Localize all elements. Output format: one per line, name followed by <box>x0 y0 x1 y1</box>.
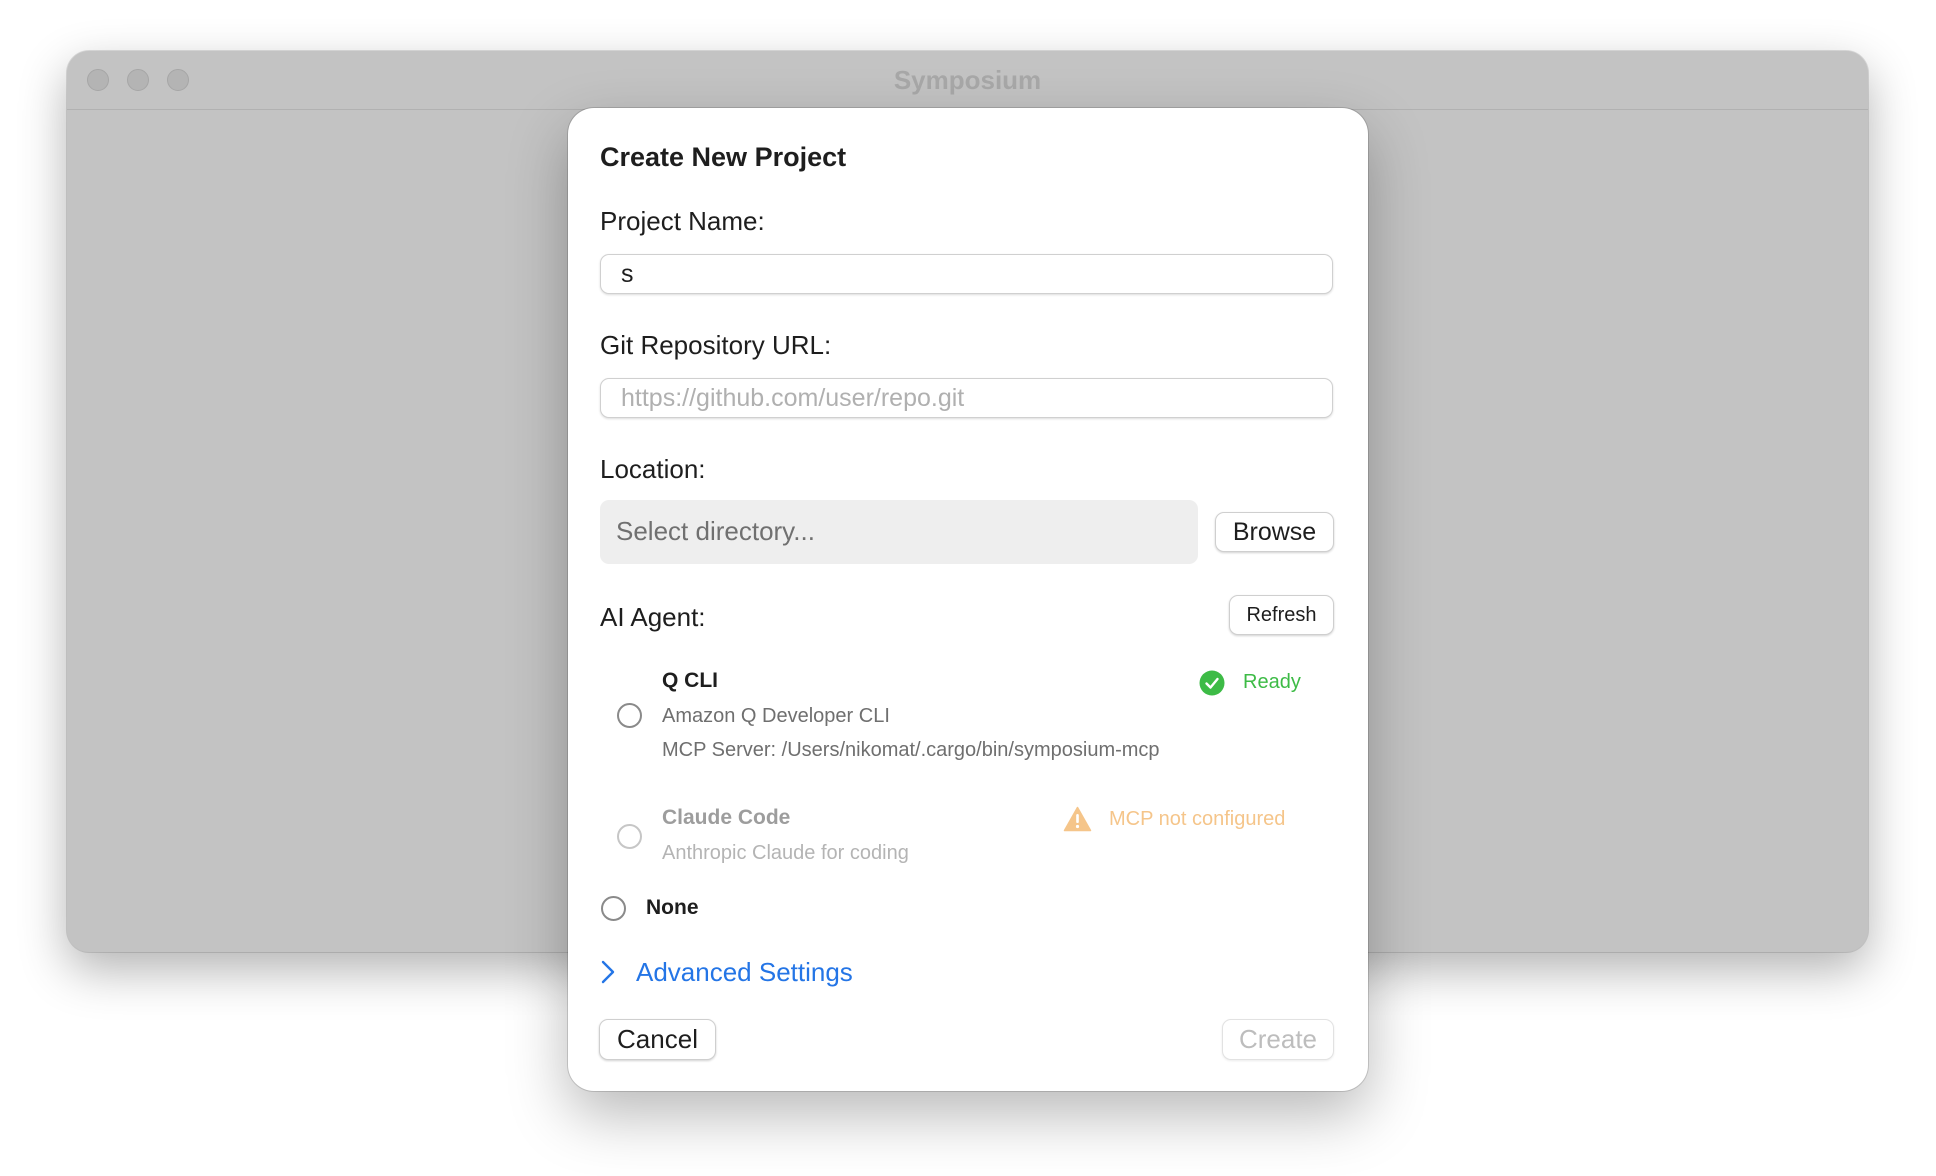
checkmark-circle-icon <box>1199 670 1225 696</box>
none-label: None <box>646 896 699 919</box>
create-project-dialog: Create New Project Project Name: Git Rep… <box>568 108 1368 1091</box>
claude-code-radio <box>617 824 642 849</box>
refresh-button[interactable]: Refresh <box>1229 595 1334 635</box>
ai-agent-label: AI Agent: <box>600 602 706 632</box>
warning-triangle-icon <box>1063 806 1092 832</box>
agent-name: Q CLI <box>662 669 718 692</box>
agent-mcp-server: MCP Server: /Users/nikomat/.cargo/bin/sy… <box>662 739 1160 761</box>
agent-status: Ready <box>1243 671 1301 693</box>
q-cli-radio[interactable] <box>617 703 642 728</box>
chevron-right-icon <box>601 960 615 984</box>
agent-name: Claude Code <box>662 806 791 829</box>
advanced-settings-label: Advanced Settings <box>636 957 853 987</box>
cancel-button[interactable]: Cancel <box>599 1019 716 1060</box>
project-name-label: Project Name: <box>600 206 765 236</box>
location-label: Location: <box>600 454 706 484</box>
git-url-input[interactable] <box>600 378 1333 418</box>
agent-status: MCP not configured <box>1109 808 1286 830</box>
title-bar: Symposium <box>67 51 1868 110</box>
dialog-title: Create New Project <box>600 142 847 172</box>
agent-description: Anthropic Claude for coding <box>662 842 909 864</box>
location-field[interactable]: Select directory... <box>600 500 1198 564</box>
git-url-label: Git Repository URL: <box>600 330 832 360</box>
window-title: Symposium <box>893 65 1042 95</box>
none-radio[interactable] <box>601 896 626 921</box>
project-name-input[interactable] <box>600 254 1333 294</box>
create-button[interactable]: Create <box>1222 1019 1334 1060</box>
browse-button[interactable]: Browse <box>1215 512 1334 552</box>
location-placeholder: Select directory... <box>616 516 815 546</box>
agent-description: Amazon Q Developer CLI <box>662 705 890 727</box>
